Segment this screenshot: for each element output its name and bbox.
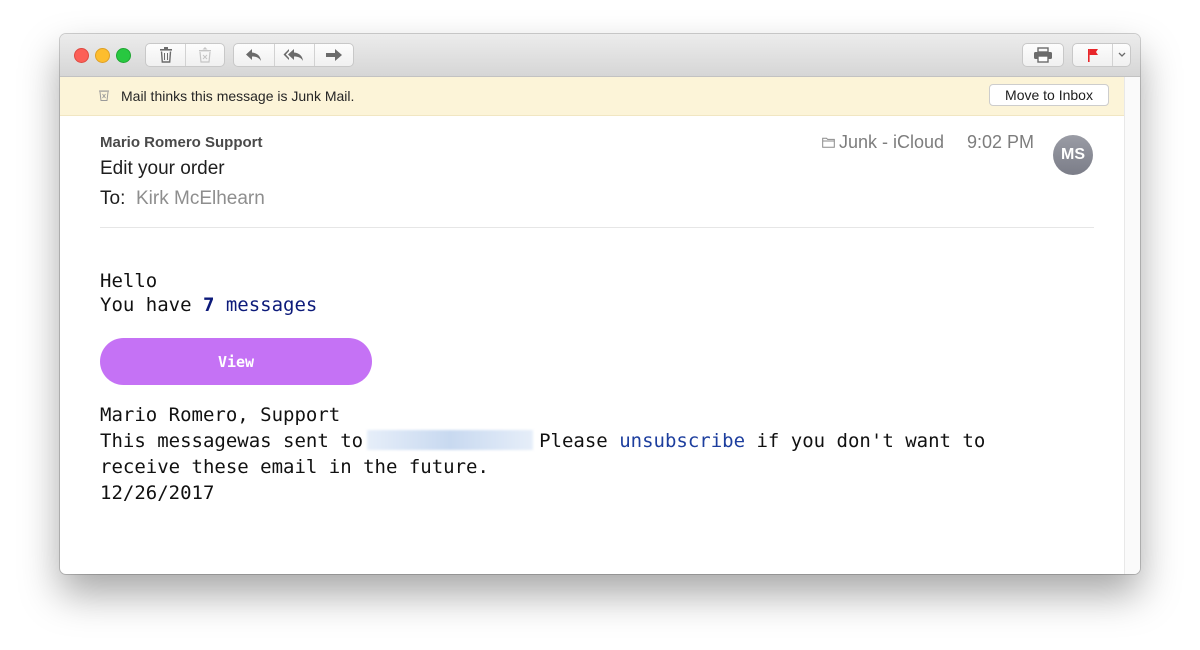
message-footer: Mario Romero, Support This messagewas se… — [100, 402, 1100, 506]
to-label: To: — [100, 188, 126, 209]
junk-icon — [199, 47, 212, 63]
reply-button[interactable] — [234, 44, 275, 66]
flag-button[interactable] — [1073, 44, 1114, 66]
greeting: Hello — [100, 270, 158, 292]
print-group — [1022, 43, 1064, 67]
redacted-email — [367, 430, 534, 450]
reply-group — [233, 43, 354, 67]
mailbox-name: Junk - iCloud — [839, 132, 945, 152]
count-prefix: You have — [100, 294, 203, 316]
reply-all-icon — [283, 49, 304, 61]
please-text: Please — [539, 430, 608, 452]
junk-icon — [99, 90, 109, 101]
close-window-button[interactable] — [74, 48, 89, 63]
view-button[interactable]: View — [100, 338, 372, 385]
message-date: 12/26/2017 — [100, 482, 215, 504]
flag-icon — [1087, 49, 1098, 62]
signature: Mario Romero, Support — [100, 404, 341, 426]
message-count: 7 — [202, 294, 215, 316]
sent-suffix: if you don't want to — [745, 430, 986, 452]
flag-menu-button[interactable] — [1113, 44, 1130, 66]
mailbox-label: Junk - iCloud — [822, 132, 944, 153]
scrollbar[interactable] — [1124, 77, 1140, 574]
junk-banner-text: Mail thinks this message is Junk Mail. — [121, 88, 355, 104]
chevron-down-icon — [1118, 52, 1126, 57]
message-time: 9:02 PM — [967, 132, 1035, 152]
flag-group — [1072, 43, 1131, 67]
sender-avatar: MS — [1053, 135, 1093, 175]
junk-button[interactable] — [186, 44, 224, 66]
sent-prefix: This messagewas sent to — [100, 430, 364, 452]
message-count-line: You have 7 messages — [100, 293, 317, 317]
folder-icon — [822, 137, 835, 148]
header-divider — [100, 227, 1094, 228]
trash-icon — [159, 47, 172, 63]
recipient-name[interactable]: Kirk McElhearn — [136, 188, 265, 210]
mail-window: Mail thinks this message is Junk Mail. M… — [60, 34, 1140, 574]
reply-icon — [245, 49, 261, 61]
zoom-window-button[interactable] — [116, 48, 131, 63]
count-suffix: messages — [214, 294, 318, 316]
forward-button[interactable] — [315, 44, 353, 66]
message-body: Hello You have 7 messages — [100, 269, 317, 317]
print-button[interactable] — [1023, 44, 1063, 66]
sender-name: Mario Romero Support — [100, 134, 263, 151]
delete-junk-group — [145, 43, 225, 67]
message-subject: Edit your order — [100, 158, 225, 179]
printer-icon — [1034, 47, 1052, 63]
reply-all-button[interactable] — [275, 44, 316, 66]
delete-button[interactable] — [146, 44, 187, 66]
sent-to-line: This messagewas sent to Please unsubscrib… — [100, 428, 1100, 454]
forward-icon — [326, 49, 343, 61]
minimize-window-button[interactable] — [95, 48, 110, 63]
junk-banner: Mail thinks this message is Junk Mail. M… — [60, 77, 1124, 116]
toolbar — [60, 34, 1140, 77]
move-to-inbox-button[interactable]: Move to Inbox — [989, 84, 1109, 106]
unsubscribe-link[interactable]: unsubscribe — [619, 430, 745, 452]
future-line: receive these email in the future. — [100, 456, 489, 478]
